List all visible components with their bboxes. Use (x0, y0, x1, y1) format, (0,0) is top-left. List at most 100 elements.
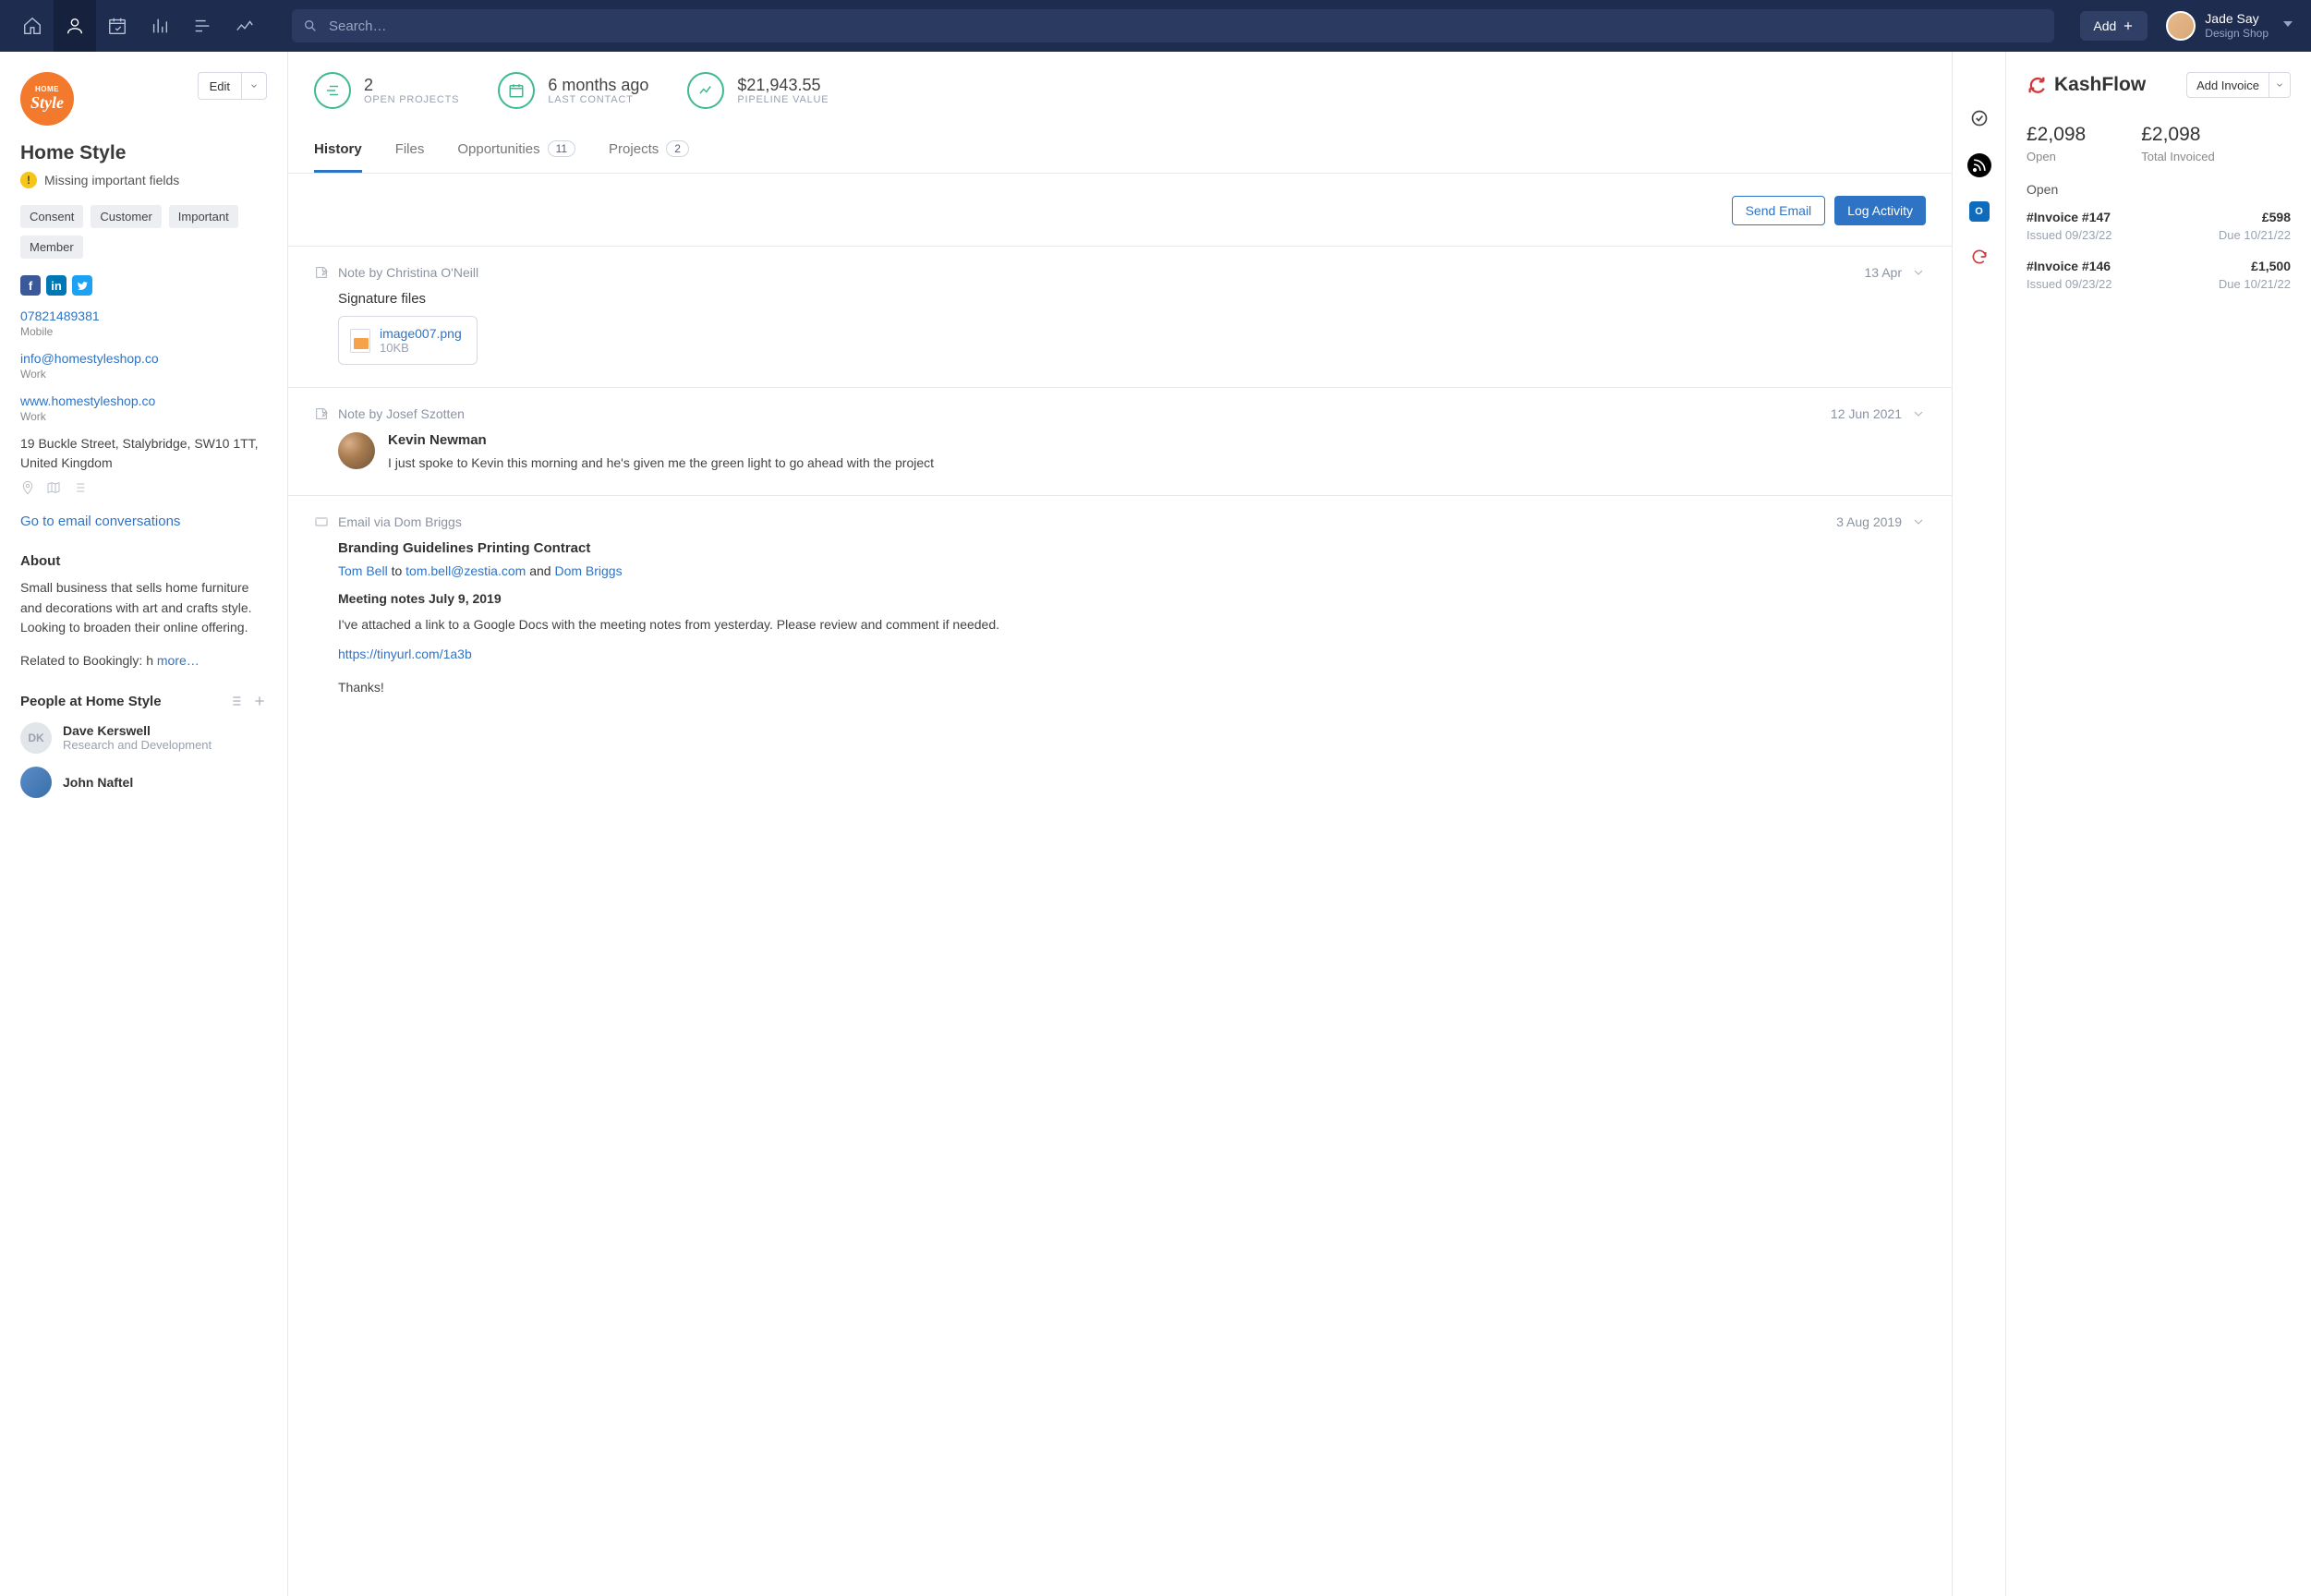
email-from[interactable]: Tom Bell (338, 563, 388, 578)
add-button-label: Add (2093, 18, 2116, 33)
person-avatar: DK (20, 722, 52, 754)
email-link[interactable]: https://tinyurl.com/1a3b (338, 647, 472, 661)
tag-item[interactable]: Consent (20, 205, 83, 228)
email-signoff: Thanks! (338, 678, 1926, 698)
contact-name: Kevin Newman (388, 432, 934, 448)
social-links: f in (20, 275, 267, 296)
tab-history[interactable]: History (314, 129, 362, 173)
file-attachment[interactable]: image007.png 10KB (338, 316, 478, 365)
activity-entry: Note by Christina O'Neill 13 Apr Signatu… (288, 247, 1952, 388)
list-icon[interactable] (72, 480, 87, 495)
email-to[interactable]: tom.bell@zestia.com (405, 563, 526, 578)
person-role: Research and Development (63, 738, 212, 752)
edit-button[interactable]: Edit (198, 72, 241, 100)
people-heading: People at Home Style (20, 694, 162, 709)
contact-info: 07821489381 Mobile info@homestyleshop.co… (20, 308, 267, 495)
person-icon[interactable] (54, 0, 96, 52)
missing-fields-warning[interactable]: ! Missing important fields (20, 172, 267, 188)
pipeline-icon (687, 72, 724, 109)
add-invoice-caret[interactable] (2269, 72, 2291, 98)
stat-last-contact: 6 months ago LAST CONTACT (498, 72, 648, 109)
trend-icon[interactable] (224, 0, 266, 52)
log-activity-button[interactable]: Log Activity (1834, 196, 1926, 225)
caret-down-icon (2283, 21, 2293, 30)
tab-files[interactable]: Files (395, 129, 425, 173)
email-cc[interactable]: Dom Briggs (554, 563, 622, 578)
plus-icon (2122, 19, 2135, 32)
chart-icon[interactable] (139, 0, 181, 52)
company-logo: HOME Style (20, 72, 74, 126)
tag-item[interactable]: Important (169, 205, 238, 228)
invoice-row[interactable]: #Invoice #146 £1,500 Issued 09/23/22 Due… (2027, 259, 2291, 291)
stat-pipeline: $21,943.55 PIPELINE VALUE (687, 72, 829, 109)
rss-icon[interactable] (1967, 153, 1991, 177)
left-panel: HOME Style Edit Home Style ! Missing imp… (0, 52, 288, 1596)
add-person-icon[interactable] (252, 694, 267, 708)
person-row[interactable]: DK Dave Kerswell Research and Developmen… (20, 722, 267, 754)
email-recipients: Tom Bell to tom.bell@zestia.com and Dom … (338, 563, 1926, 578)
search-input[interactable] (292, 9, 2054, 42)
invoice-row[interactable]: #Invoice #147 £598 Issued 09/23/22 Due 1… (2027, 210, 2291, 242)
about-text: Small business that sells home furniture… (20, 578, 267, 638)
check-circle-icon[interactable] (1968, 107, 1990, 129)
entry-date: 12 Jun 2021 (1831, 406, 1902, 421)
tags: Consent Customer Important Member (20, 205, 267, 259)
kashflow-icon (2027, 75, 2047, 95)
goto-conversations-link[interactable]: Go to email conversations (20, 514, 267, 529)
map-icon[interactable] (46, 480, 61, 495)
chevron-down-icon[interactable] (1911, 265, 1926, 280)
edit-caret[interactable] (241, 72, 267, 100)
contact-avatar (338, 432, 375, 469)
facebook-icon[interactable]: f (20, 275, 41, 296)
entry-who: Email via Dom Briggs (338, 514, 462, 529)
list-view-icon[interactable] (228, 694, 243, 708)
search-bar (292, 9, 2054, 42)
mid-panel: 2 OPEN PROJECTS 6 months ago LAST CONTAC… (288, 52, 1953, 1596)
website-label: Work (20, 410, 267, 423)
list-icon[interactable] (181, 0, 224, 52)
actions-bar: Send Email Log Activity (288, 174, 1952, 247)
pin-icon[interactable] (20, 480, 35, 495)
twitter-icon[interactable] (72, 275, 92, 296)
integration-rail: O (1953, 52, 2006, 1596)
email-heading: Meeting notes July 9, 2019 (338, 591, 1926, 606)
email-link[interactable]: info@homestyleshop.co (20, 351, 267, 366)
user-menu[interactable]: Jade Say Design Shop (2166, 11, 2300, 41)
email-body: I've attached a link to a Google Docs wi… (338, 615, 1926, 635)
kf-stat-total: £2,098 Total Invoiced (2141, 124, 2215, 163)
user-name: Jade Say (2205, 11, 2269, 27)
sync-icon[interactable] (1968, 246, 1990, 268)
send-email-button[interactable]: Send Email (1732, 196, 1826, 225)
entry-who: Note by Josef Szotten (338, 406, 465, 421)
entry-who: Note by Christina O'Neill (338, 265, 478, 280)
person-name: John Naftel (63, 775, 133, 790)
outlook-icon[interactable]: O (1969, 201, 1990, 222)
integration-title: KashFlow (2027, 74, 2146, 96)
phone-link[interactable]: 07821489381 (20, 308, 267, 323)
home-icon[interactable] (11, 0, 54, 52)
calendar-icon[interactable] (96, 0, 139, 52)
linkedin-icon[interactable]: in (46, 275, 67, 296)
person-name: Dave Kerswell (63, 723, 212, 738)
chevron-down-icon[interactable] (1911, 406, 1926, 421)
person-row[interactable]: John Naftel (20, 767, 267, 798)
add-invoice-button[interactable]: Add Invoice (2186, 72, 2269, 98)
add-button[interactable]: Add (2080, 11, 2148, 41)
phone-label: Mobile (20, 325, 267, 338)
user-sub: Design Shop (2205, 27, 2269, 40)
projects-icon (314, 72, 351, 109)
tab-projects[interactable]: Projects 2 (609, 129, 689, 173)
entry-title: Signature files (338, 291, 1926, 307)
topbar: Add Jade Say Design Shop (0, 0, 2311, 52)
address-icons (20, 480, 267, 495)
tab-badge: 11 (548, 140, 575, 157)
website-link[interactable]: www.homestyleshop.co (20, 393, 267, 408)
address: 19 Buckle Street, Stalybridge, SW10 1TT,… (20, 434, 267, 473)
tag-item[interactable]: Member (20, 236, 83, 259)
tag-item[interactable]: Customer (91, 205, 161, 228)
more-link[interactable]: more… (157, 653, 200, 668)
tab-opportunities[interactable]: Opportunities 11 (457, 129, 575, 173)
warning-icon: ! (20, 172, 37, 188)
chevron-down-icon[interactable] (1911, 514, 1926, 529)
activity-entry: Note by Josef Szotten 12 Jun 2021 Kevin … (288, 388, 1952, 496)
